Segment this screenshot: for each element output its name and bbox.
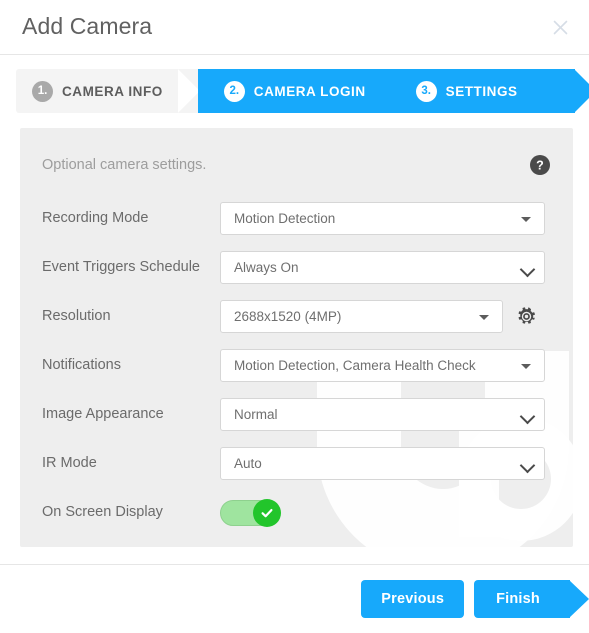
chevron-down-icon <box>519 261 536 277</box>
field-label: Resolution <box>42 308 111 324</box>
field-control: Always On <box>220 251 545 284</box>
chevron-down-icon <box>519 457 536 473</box>
step-label: SETTINGS <box>445 83 518 99</box>
image-appearance-value: Normal <box>234 407 278 422</box>
triangle-down-icon <box>521 216 531 222</box>
settings-panel: Optional camera settings. ? Recording Mo… <box>20 128 573 547</box>
panel-hint-text: Optional camera settings. <box>42 157 207 173</box>
event-triggers-schedule-value: Always On <box>234 260 299 275</box>
settings-panel-content: Optional camera settings. ? Recording Mo… <box>42 150 551 537</box>
field-control: Normal <box>220 398 545 431</box>
wizard-step-camera-login[interactable]: 2. CAMERA LOGIN <box>197 69 408 113</box>
form-row-event-triggers-schedule: Event Triggers Schedule Always On <box>42 243 551 292</box>
step-number-badge: 1. <box>32 80 53 102</box>
image-appearance-select[interactable]: Normal <box>220 398 545 431</box>
field-control: Motion Detection, Camera Health Check <box>220 349 545 382</box>
step-label: CAMERA LOGIN <box>253 83 366 99</box>
gear-icon <box>518 307 535 324</box>
previous-button[interactable]: Previous <box>361 580 465 618</box>
dialog-titlebar: Add Camera <box>0 0 589 55</box>
resolution-settings-button[interactable] <box>517 307 536 326</box>
event-triggers-schedule-select[interactable]: Always On <box>220 251 545 284</box>
add-camera-dialog: Add Camera 1. CAMERA INFO 2. CAMERA LOGI… <box>0 0 589 633</box>
dialog-footer: Previous Finish <box>0 564 589 633</box>
notifications-dropdown[interactable]: Motion Detection, Camera Health Check <box>220 349 545 382</box>
field-label: Image Appearance <box>42 406 164 422</box>
field-control: Auto <box>220 447 545 480</box>
field-control: Motion Detection <box>220 202 545 235</box>
field-control <box>220 498 281 527</box>
field-control: 2688x1520 (4MP) <box>220 300 536 333</box>
form-row-resolution: Resolution 2688x1520 (4MP) <box>42 292 551 341</box>
field-label: Recording Mode <box>42 210 149 226</box>
close-glyph <box>553 20 567 34</box>
recording-mode-dropdown[interactable]: Motion Detection <box>220 202 545 235</box>
finish-button[interactable]: Finish <box>474 580 570 618</box>
dialog-body: Optional camera settings. ? Recording Mo… <box>0 113 589 564</box>
resolution-dropdown[interactable]: 2688x1520 (4MP) <box>220 300 503 333</box>
field-label: Event Triggers Schedule <box>42 259 200 275</box>
triangle-down-icon <box>479 314 489 320</box>
chevron-down-icon <box>519 408 536 424</box>
field-label: IR Mode <box>42 455 97 471</box>
ir-mode-value: Auto <box>234 456 262 471</box>
field-label: On Screen Display <box>42 504 163 520</box>
check-icon <box>261 508 273 517</box>
triangle-down-icon <box>521 363 531 369</box>
ir-mode-select[interactable]: Auto <box>220 447 545 480</box>
form-row-recording-mode: Recording Mode Motion Detection <box>42 194 551 243</box>
form-row-on-screen-display: On Screen Display <box>42 488 551 537</box>
panel-header: Optional camera settings. ? <box>42 150 551 180</box>
close-icon[interactable] <box>545 12 575 42</box>
wizard-step-bar: 1. CAMERA INFO 2. CAMERA LOGIN 3. SETTIN… <box>16 69 575 113</box>
form-row-image-appearance: Image Appearance Normal <box>42 390 551 439</box>
resolution-value: 2688x1520 (4MP) <box>234 309 342 324</box>
form-row-ir-mode: IR Mode Auto <box>42 439 551 488</box>
help-circle-icon[interactable]: ? <box>529 154 551 176</box>
step-number-badge: 3. <box>415 80 437 102</box>
wizard-step-camera-info[interactable]: 1. CAMERA INFO <box>16 69 199 113</box>
field-label: Notifications <box>42 357 121 373</box>
step-label: CAMERA INFO <box>62 83 163 99</box>
page-title: Add Camera <box>22 12 153 39</box>
svg-text:?: ? <box>536 159 544 173</box>
step-number-badge: 2. <box>223 80 245 102</box>
on-screen-display-toggle[interactable] <box>220 498 281 527</box>
toggle-knob <box>253 498 281 527</box>
form-row-notifications: Notifications Motion Detection, Camera H… <box>42 341 551 390</box>
notifications-value: Motion Detection, Camera Health Check <box>234 358 476 373</box>
wizard-step-settings[interactable]: 3. SETTINGS <box>407 69 575 113</box>
recording-mode-value: Motion Detection <box>234 211 336 226</box>
